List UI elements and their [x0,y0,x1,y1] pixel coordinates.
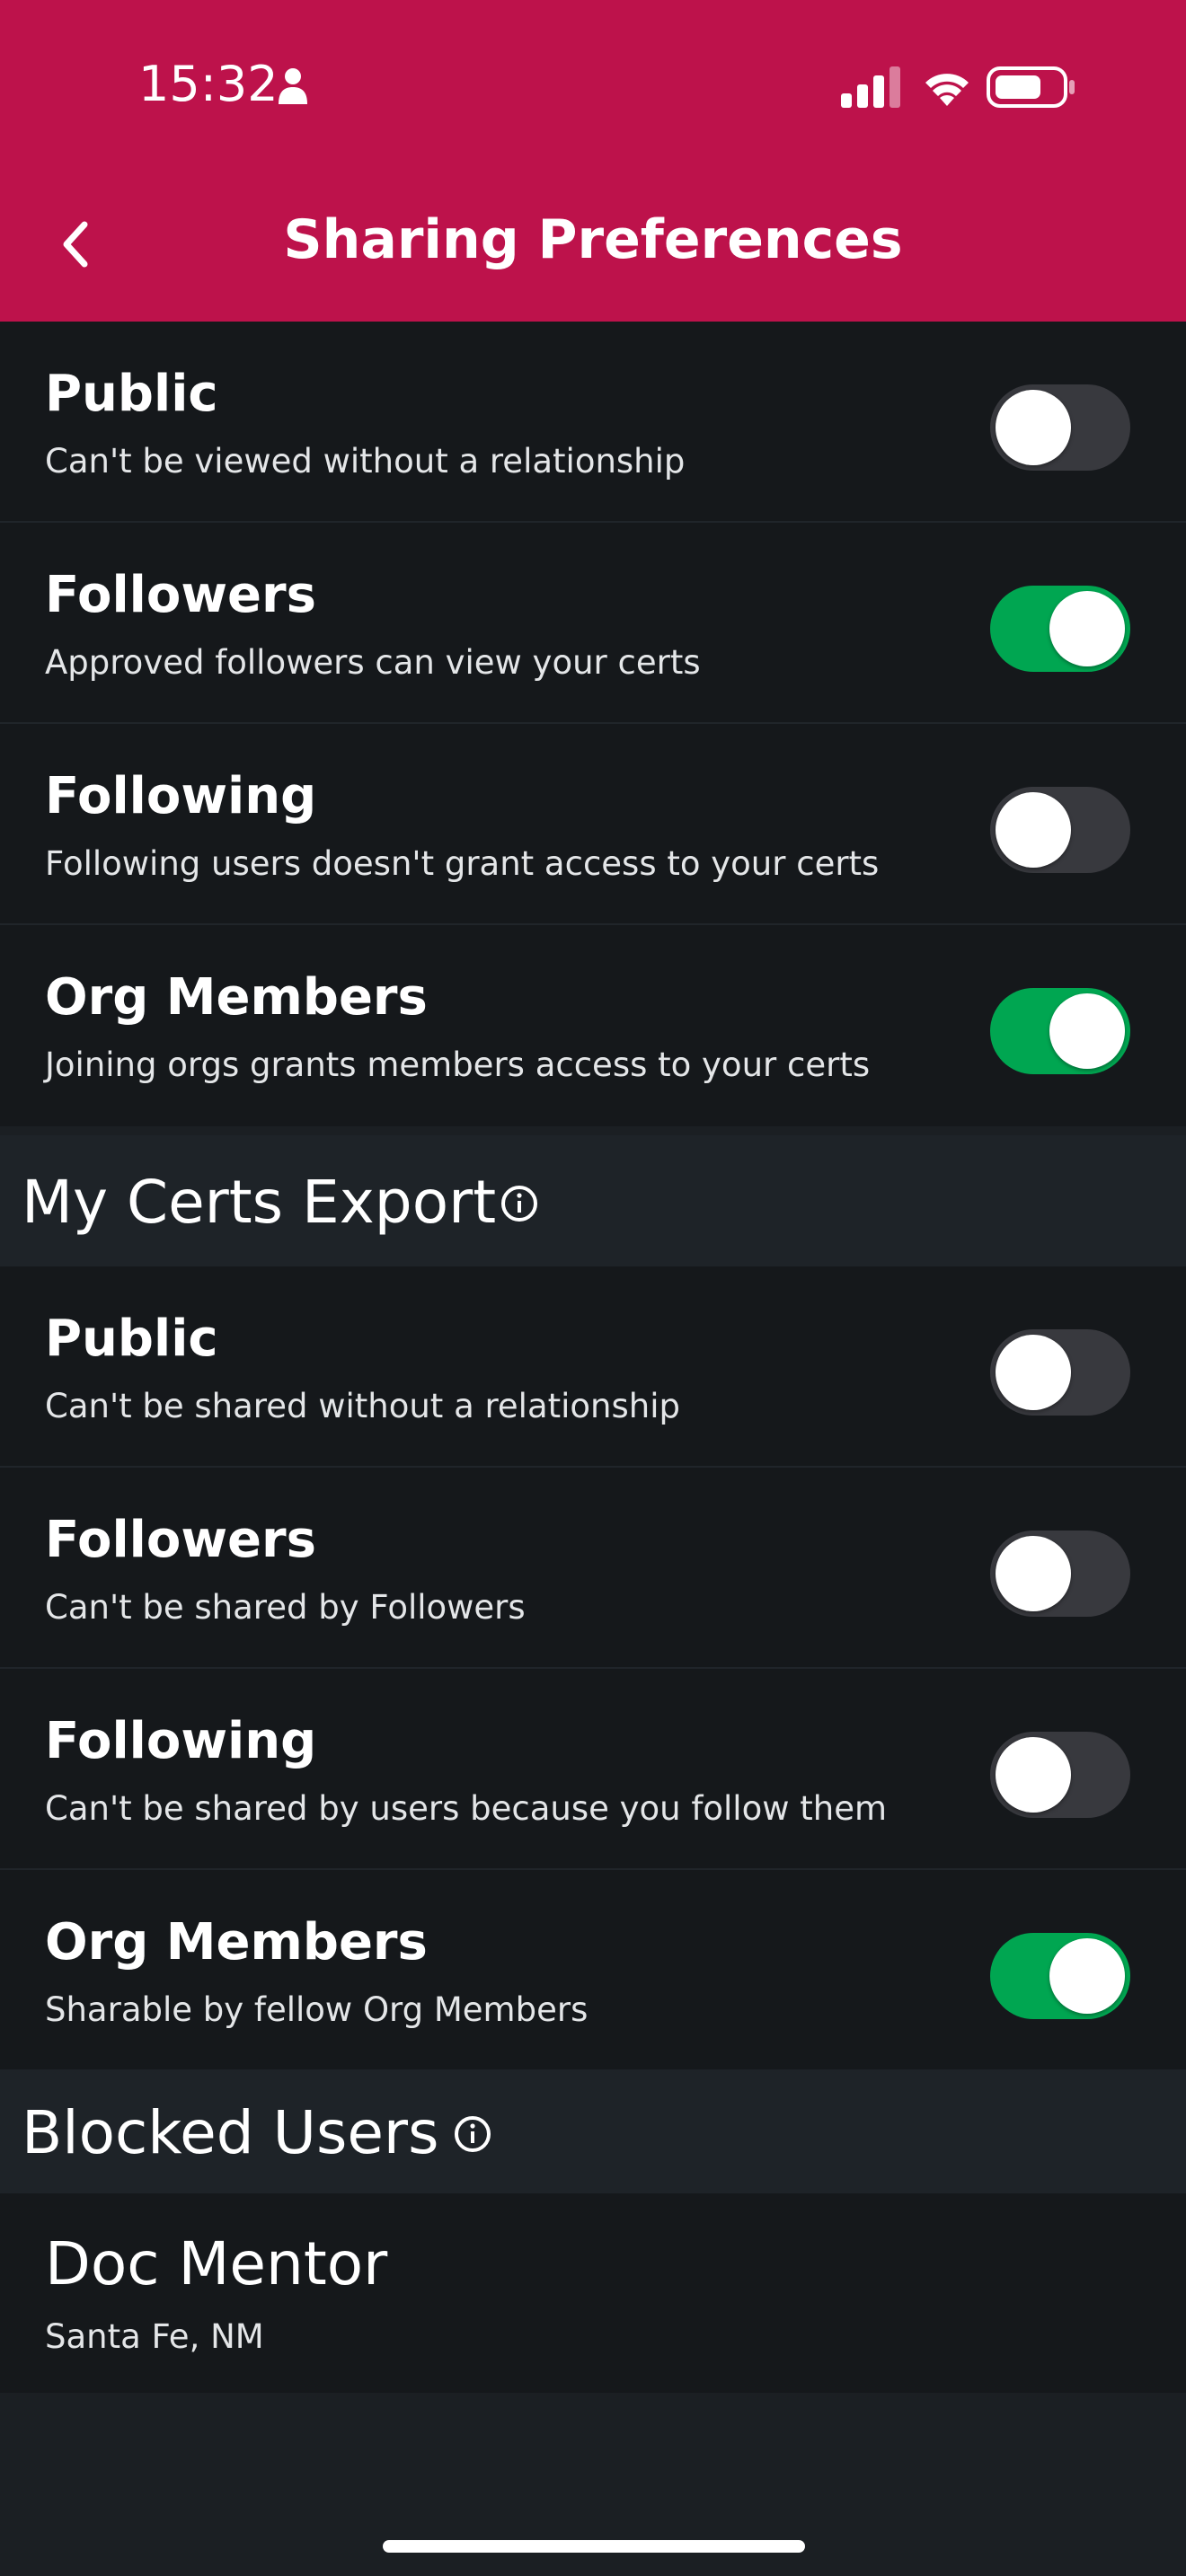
list-item-org-members: Org Members Joining orgs grants members … [0,925,1186,1126]
row-subtitle: Can't be shared without a relationship [45,1387,680,1425]
row-subtitle: Can't be shared by users because you fol… [45,1789,888,1828]
status-icons [841,66,1075,108]
row-title: Following [45,767,317,825]
home-indicator [383,2540,805,2553]
row-subtitle: Approved followers can view your certs [45,643,701,682]
toggle-knob [996,1536,1071,1611]
org-members-export-toggle[interactable] [990,1933,1130,2019]
wifi-icon [925,74,969,106]
section-header-blocked: Blocked Users [0,2069,1186,2193]
list-item-public: Public Can't be viewed without a relatio… [0,322,1186,523]
toggle-knob [996,1737,1071,1813]
row-title: Public [45,1310,218,1368]
followers-export-toggle[interactable] [990,1531,1130,1617]
info-circle-icon[interactable] [500,1184,539,1223]
blocked-user-item[interactable]: Doc Mentor Santa Fe, NM [0,2193,1186,2393]
toggle-knob [1049,993,1125,1069]
person-icon [279,68,307,104]
row-subtitle: Following users doesn't grant access to … [45,844,880,883]
toggle-knob [996,792,1071,868]
battery-icon [987,66,1075,108]
section-title: My Certs Export [22,1168,497,1237]
following-export-toggle[interactable] [990,1732,1130,1818]
list-item-org-members: Org Members Sharable by fellow Org Membe… [0,1870,1186,2071]
status-time: 15:32 [138,56,279,112]
list-item-followers: Followers Approved followers can view yo… [0,523,1186,724]
toggle-knob [996,1335,1071,1410]
list-item-followers: Followers Can't be shared by Followers [0,1468,1186,1669]
row-subtitle: Joining orgs grants members access to yo… [45,1045,871,1084]
org-members-view-toggle[interactable] [990,988,1130,1074]
row-title: Org Members [45,968,428,1027]
row-subtitle: Can't be shared by Followers [45,1588,526,1627]
list-item-following: Following Following users doesn't grant … [0,724,1186,925]
list-item-following: Following Can't be shared by users becau… [0,1669,1186,1870]
view-sharing-list: Public Can't be viewed without a relatio… [0,322,1186,1126]
screen: 15:32 Sharing Preferences Public Can't b… [0,0,1186,2576]
blocked-user-name: Doc Mentor [45,2229,388,2298]
app-header: 15:32 Sharing Preferences [0,0,1186,322]
row-title: Following [45,1712,317,1770]
public-export-toggle[interactable] [990,1329,1130,1416]
following-view-toggle[interactable] [990,787,1130,873]
cellular-signal-icon [841,66,900,108]
section-title: Blocked Users [22,2098,439,2167]
blocked-users-list: Doc Mentor Santa Fe, NM [0,2193,1186,2393]
section-header-export: My Certs Export [0,1135,1186,1266]
toggle-knob [1049,591,1125,666]
row-title: Public [45,365,218,423]
toggle-knob [996,390,1071,465]
row-subtitle: Can't be viewed without a relationship [45,442,686,481]
page-title: Sharing Preferences [283,208,903,271]
row-subtitle: Sharable by fellow Org Members [45,1990,589,2029]
row-title: Followers [45,566,316,624]
followers-view-toggle[interactable] [990,586,1130,672]
blocked-user-location: Santa Fe, NM [45,2317,264,2356]
export-sharing-list: Public Can't be shared without a relatio… [0,1266,1186,2071]
info-circle-icon[interactable] [453,2114,492,2154]
list-item-public: Public Can't be shared without a relatio… [0,1266,1186,1468]
toggle-knob [1049,1938,1125,2014]
row-title: Org Members [45,1913,428,1972]
public-view-toggle[interactable] [990,384,1130,471]
row-title: Followers [45,1511,316,1569]
